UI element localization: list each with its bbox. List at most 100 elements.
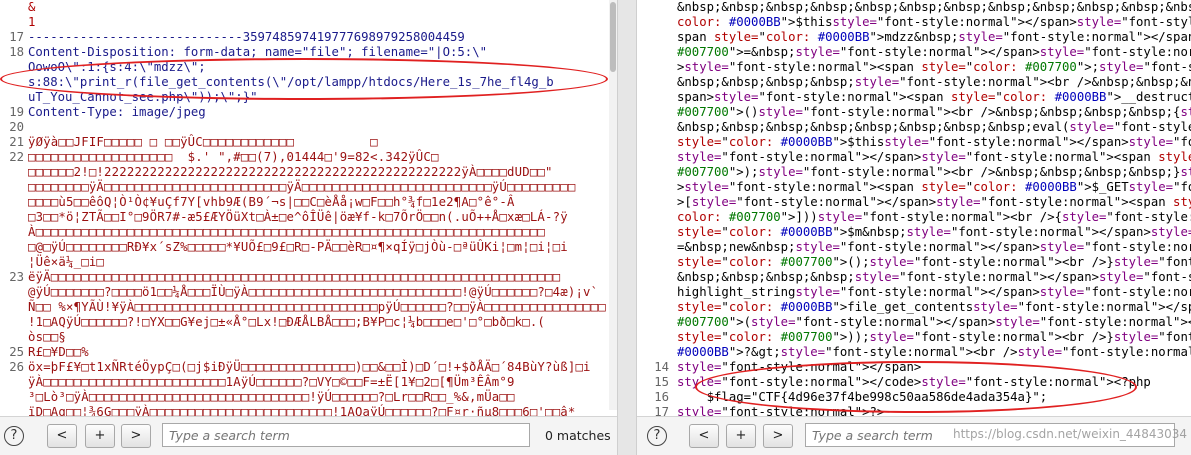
previous-match-button[interactable]: < (47, 424, 77, 448)
code-line: &nbsp;&nbsp;&nbsp;&nbsp;&nbsp;&nbsp;&nbs… (637, 0, 1191, 15)
line-text: color: #007700">]))style="font-style:nor… (677, 210, 1191, 224)
match-count: 0 matches (545, 428, 611, 443)
line-text: 1 (28, 15, 36, 29)
line-number: 15 (654, 375, 669, 389)
line-text: ¦Üê×ä¼_□i□ (28, 255, 105, 269)
code-line: 16 $flag="CTF{4d96e37f4be998c50aa586de4a… (637, 390, 1191, 405)
line-text: >[style="font-style:normal"></span>style… (677, 195, 1191, 209)
line-text: #007700">()style="font-style:normal"><br… (677, 105, 1191, 119)
line-text: style="color: #007700">));style="font-st… (677, 330, 1191, 344)
code-line: color: #0000BB">$thisstyle="font-style:n… (637, 15, 1191, 30)
code-line: OowoO\":1:{s:4:\"mdzz\"; (0, 60, 617, 75)
code-line: uT_You_Cannot_see.php\"));\";}" (0, 90, 617, 105)
previous-match-button[interactable]: < (689, 424, 719, 448)
line-text: □□□□□□2!□!222222222222222222222222222222… (28, 165, 553, 179)
line-text: #0000BB">?&gt;style="font-style:normal">… (677, 345, 1191, 359)
line-text: uT_You_Cannot_see.php\"));\";}" (28, 90, 258, 104)
code-line: 22 □□□□□□□□□□□□□□□□□□□ $.' ",#□□(7),01444… (0, 150, 617, 165)
code-line: color: #007700">]))style="font-style:nor… (637, 210, 1191, 225)
code-line: À□□□□□□□□□□□□□□□□□□□□□□□□□□□□□□□□□□□□□□□… (0, 225, 617, 240)
help-icon[interactable]: ? (647, 426, 667, 446)
add-search-button[interactable]: + (85, 424, 115, 448)
watermark: https://blog.csdn.net/weixin_44843034 (952, 427, 1187, 441)
code-line: ¦Üê×ä¼_□i□ (0, 255, 617, 270)
line-text: #007700">=&nbsp;style="font-style:normal… (677, 45, 1191, 59)
line-text: span style="color: #0000BB">mdzz&nbsp;st… (677, 30, 1191, 44)
code-line: #007700">);style="font-style:normal"><br… (637, 165, 1191, 180)
line-number: 25 (9, 345, 24, 359)
line-text: -----------------------------35974859741… (28, 30, 465, 44)
line-text: ÿÀ□□□□□□□□□□□□□□□□□□□□□□□□1AÿÚ□□□□□□?□VY… (28, 375, 515, 389)
next-match-button[interactable]: > (121, 424, 151, 448)
line-text: &nbsp;&nbsp;&nbsp;&nbsp;style="font-styl… (677, 75, 1191, 89)
code-line: 23 ëÿÄ□□□□□□□□□□□□□□□□□□□□□□□□□□□□□□□□□□□… (0, 270, 617, 285)
request-scrollbar[interactable] (609, 0, 617, 410)
line-text: &nbsp;&nbsp;&nbsp;&nbsp;&nbsp;&nbsp;&nbs… (677, 0, 1191, 14)
response-editor[interactable]: &nbsp;&nbsp;&nbsp;&nbsp;&nbsp;&nbsp;&nbs… (637, 0, 1191, 416)
code-line: 26 öx=þF£¥□t1xÑRtéÖypÇ□(□j$iÐÿÜ□□□□□□□□□□… (0, 360, 617, 375)
line-text: □□□□□□□□ÿÄ□□□□□□□□□□□□□□□□□□□□□□□□ÿÄ□□□□… (28, 180, 576, 194)
code-line: 17 style="font-style:normal">?> (637, 405, 1191, 416)
code-line: 18 Content-Disposition: form-data; name="… (0, 45, 617, 60)
line-text: @ÿÚ□□□□□□□?□□□□ö1□□¼Å□□□ÏÙ□ÿÀ□□□□□□□□□□□… (28, 285, 599, 299)
line-text: Ñ□□ %×¶YÃÙ!¥ÿÀ□□□□□□□□□□□□□□□□□□□□□□□□□□… (28, 300, 606, 314)
next-match-button[interactable]: > (763, 424, 793, 448)
line-text: Content-Disposition: form-data; name="fi… (28, 45, 488, 59)
code-line: =&nbsp;new&nbsp;style="font-style:normal… (637, 240, 1191, 255)
code-line: ÿÀ□□□□□□□□□□□□□□□□□□□□□□□□1AÿÚ□□□□□□?□VY… (0, 375, 617, 390)
pane-divider[interactable] (617, 0, 637, 455)
line-text: highlight_stringstyle="font-style:normal… (677, 285, 1191, 299)
code-line: 15 style="font-style:normal"></code>style… (637, 375, 1191, 390)
code-line: >style="font-style:normal"><span style="… (637, 60, 1191, 75)
add-search-button[interactable]: + (726, 424, 756, 448)
code-line: □□□□□□2!□!222222222222222222222222222222… (0, 165, 617, 180)
code-line: □@□ÿÚ□□□□□□□□RÐ¥x´sZ%□□□□□*¥UÕ£□9£□R□-PÄ… (0, 240, 617, 255)
request-editor[interactable]: & 1 17 -----------------------------3597485… (0, 0, 617, 416)
request-pane: & 1 17 -----------------------------3597485… (0, 0, 617, 455)
code-line: &nbsp;&nbsp;&nbsp;&nbsp;&nbsp;&nbsp;&nbs… (637, 120, 1191, 135)
line-text: □3□□*ö¦ZTÃ□□I°□9ÖR7#-æ5£ÆYÖüXt□À±□e^ôÎÜê… (28, 210, 568, 224)
line-number: 17 (654, 405, 669, 416)
code-line: òs□□§ (0, 330, 617, 345)
line-text: ïD□Ag□□¦¾6G□□□ÿÀ□□□□□□□□□□□□□□□□□□□□□□□□… (28, 405, 576, 416)
code-line: span style="color: #0000BB">mdzz&nbsp;st… (637, 30, 1191, 45)
line-text: öx=þF£¥□t1xÑRtéÖypÇ□(□j$iÐÿÜ□□□□□□□□□□□□… (28, 360, 591, 374)
line-number: 23 (9, 270, 24, 284)
line-text: □□□□□□□□□□□□□□□□□□□ $.' ",#□□(7),01444□'… (28, 150, 439, 164)
line-text: $flag="CTF{4d96e37f4be998c50aa586de4ada3… (677, 390, 1048, 404)
response-pane: &nbsp;&nbsp;&nbsp;&nbsp;&nbsp;&nbsp;&nbs… (637, 0, 1191, 455)
code-line: 21 ÿØÿà□□JFIF□□□□□ □ □□ÿÛC□□□□□□□□□□□□ □ (0, 135, 617, 150)
line-text: >style="font-style:normal"><span style="… (677, 60, 1191, 74)
request-search-toolbar: ? < + > 0 matches (0, 416, 617, 455)
line-text: style="font-style:normal"></span>style="… (677, 150, 1191, 164)
line-text: R£□¥D□□% (28, 345, 89, 359)
line-text: style="color: #0000BB">$m&nbsp;style="fo… (677, 225, 1191, 239)
code-line: 19 Content-Type: image/jpeg (0, 105, 617, 120)
line-text: style="color: #0000BB">file_get_contents… (677, 300, 1191, 314)
code-line: style="font-style:normal"></span>style="… (637, 150, 1191, 165)
code-line: 17 -----------------------------359748597… (0, 30, 617, 45)
line-text: style="color: #007700">();style="font-st… (677, 255, 1191, 269)
line-text: span>style="font-style:normal"><span sty… (677, 90, 1191, 104)
line-text: color: #0000BB">$thisstyle="font-style:n… (677, 15, 1191, 29)
code-line: □□□□ù5□□êôQ¦Ò¹Ò¢¥uÇf7Y[vhb9Æ(B9´¬s|□□C□è… (0, 195, 617, 210)
line-text: òs□□§ (28, 330, 67, 344)
line-text: ÿØÿà□□JFIF□□□□□ □ □□ÿÛC□□□□□□□□□□□□ □ (28, 135, 378, 149)
code-line: s:88:\"print_r(file_get_contents(\"/opt/… (0, 75, 617, 90)
code-line: □3□□*ö¦ZTÃ□□I°□9ÖR7#-æ5£ÆYÖüXt□À±□e^ôÎÜê… (0, 210, 617, 225)
line-number: 19 (9, 105, 24, 119)
code-line: &nbsp;&nbsp;&nbsp;&nbsp;style="font-styl… (637, 270, 1191, 285)
code-line: >[style="font-style:normal"></span>style… (637, 195, 1191, 210)
code-line: 14 style="font-style:normal"></span> (637, 360, 1191, 375)
line-number: 18 (9, 45, 24, 59)
help-icon[interactable]: ? (4, 426, 24, 446)
search-input[interactable] (162, 423, 530, 447)
line-text: □□□□ù5□□êôQ¦Ò¹Ò¢¥uÇf7Y[vhb9Æ(B9´¬s|□□C□è… (28, 195, 515, 209)
line-text: >style="font-style:normal"><span style="… (677, 180, 1191, 194)
code-line: style="color: #007700">();style="font-st… (637, 255, 1191, 270)
code-line: style="color: #007700">));style="font-st… (637, 330, 1191, 345)
line-text: □@□ÿÚ□□□□□□□□RÐ¥x´sZ%□□□□□*¥UÕ£□9£□R□-PÄ… (28, 240, 568, 254)
line-text: &nbsp;&nbsp;&nbsp;&nbsp;&nbsp;&nbsp;&nbs… (677, 120, 1191, 134)
code-line: highlight_stringstyle="font-style:normal… (637, 285, 1191, 300)
code-line: span>style="font-style:normal"><span sty… (637, 90, 1191, 105)
